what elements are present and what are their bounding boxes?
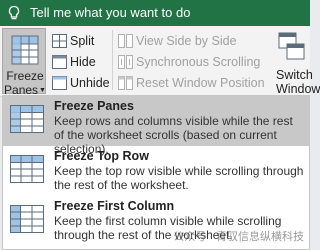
ribbon-window-group: Freeze Panes▼ Split Hide Unhide View Sid… (0, 26, 320, 97)
freeze-first-column-icon (10, 205, 44, 233)
freeze-panes-button[interactable]: Freeze Panes▼ (2, 28, 46, 97)
tell-me-text: Tell me what you want to do (30, 5, 191, 20)
menu-item-freeze-panes[interactable]: Freeze Panes Keep rows and columns visib… (3, 96, 309, 156)
freeze-top-row-icon (10, 155, 44, 183)
ribbon-divider (112, 30, 113, 90)
split-icon (52, 34, 67, 48)
switch-windows-button[interactable]: Switch Windows (274, 28, 320, 96)
menu-item-description: Keep the top row visible while scrolling… (54, 164, 304, 192)
menu-item-title: Freeze Top Row (54, 149, 149, 163)
reset-window-icon (118, 76, 133, 90)
sync-scroll-icon (118, 55, 133, 69)
freeze-panes-menu: Freeze Panes Keep rows and columns visib… (2, 95, 310, 250)
unhide-icon (52, 76, 67, 90)
hide-icon (52, 55, 67, 69)
switch-windows-icon (278, 32, 305, 60)
lightbulb-icon (8, 5, 20, 20)
menu-item-title: Freeze Panes (54, 99, 134, 113)
freeze-panes-icon (10, 105, 44, 133)
chevron-down-icon: ▼ (39, 87, 46, 94)
freeze-label-line1: Freeze (6, 69, 44, 83)
watermark: 公众号 · 青驭信息纵横科技 (173, 231, 304, 243)
side-by-side-icon (118, 34, 133, 48)
freeze-panes-icon (11, 35, 39, 65)
menu-item-freeze-top-row[interactable]: Freeze Top Row Keep the top row visible … (3, 146, 309, 196)
menu-item-title: Freeze First Column (54, 199, 175, 213)
tell-me-bar[interactable]: Tell me what you want to do (0, 0, 310, 26)
